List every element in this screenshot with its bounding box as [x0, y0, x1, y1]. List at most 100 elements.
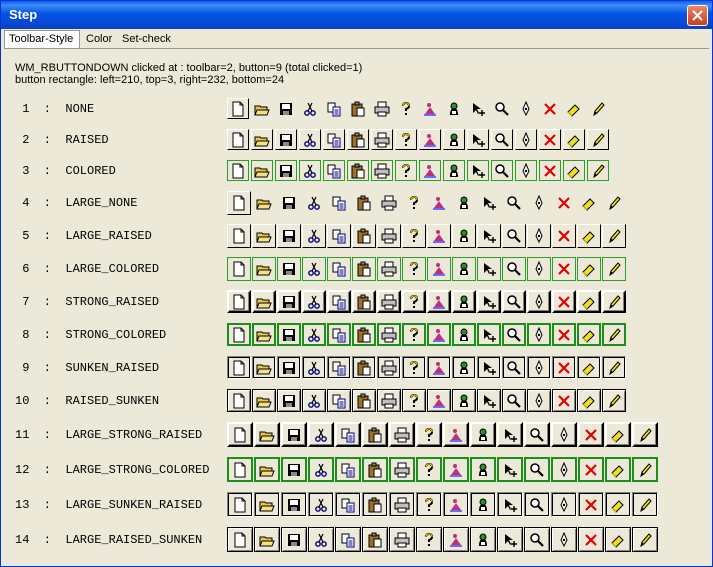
toolbar-button-open-folder[interactable] [254, 422, 280, 447]
toolbar-button-pink-figure[interactable] [427, 356, 451, 379]
toolbar-button-delete-x[interactable] [552, 224, 576, 248]
toolbar-button-save[interactable] [277, 389, 301, 412]
toolbar-button-portrait[interactable] [470, 457, 496, 482]
toolbar-button-pen[interactable] [551, 492, 577, 517]
toolbar-button-magnifier[interactable] [524, 457, 550, 482]
toolbar-button-print[interactable] [377, 290, 401, 313]
toolbar-button-paste[interactable] [352, 290, 376, 313]
toolbar-button-portrait[interactable] [452, 356, 476, 379]
toolbar-button-paste[interactable] [352, 224, 376, 248]
toolbar-button-paste[interactable] [362, 527, 388, 552]
toolbar-button-pen[interactable] [551, 422, 577, 447]
toolbar-button-pointer-plus[interactable] [477, 389, 501, 412]
toolbar-button-portrait[interactable] [452, 257, 476, 281]
toolbar-button-print[interactable] [389, 527, 415, 552]
toolbar-button-open-folder[interactable] [252, 389, 276, 412]
toolbar-button-pencil[interactable] [632, 457, 658, 482]
toolbar-button-portrait[interactable] [470, 422, 496, 447]
toolbar-button-magnifier[interactable] [524, 422, 550, 447]
toolbar-button-pen[interactable] [527, 191, 551, 215]
toolbar-button-pink-figure[interactable] [419, 160, 441, 181]
toolbar-button-pointer-plus[interactable] [467, 160, 489, 181]
toolbar-button-copy[interactable] [335, 492, 361, 517]
toolbar-button-print[interactable] [377, 224, 401, 248]
toolbar-button-delete-x[interactable] [578, 527, 604, 552]
toolbar-button-new[interactable] [227, 323, 251, 346]
toolbar-button-save[interactable] [277, 356, 301, 379]
toolbar-button-save[interactable] [277, 290, 301, 313]
toolbar-button-help[interactable] [416, 457, 442, 482]
toolbar-button-paste[interactable] [352, 191, 376, 215]
toolbar-button-cut[interactable] [308, 527, 334, 552]
toolbar-button-pink-figure[interactable] [427, 191, 451, 215]
toolbar-button-pencil[interactable] [602, 389, 626, 412]
toolbar-button-pencil[interactable] [587, 160, 609, 181]
toolbar-button-pencil[interactable] [602, 290, 626, 313]
toolbar-button-open-folder[interactable] [251, 129, 273, 150]
toolbar-button-pencil[interactable] [602, 257, 626, 281]
toolbar-button-eraser[interactable] [563, 129, 585, 150]
toolbar-button-eraser[interactable] [577, 191, 601, 215]
toolbar-button-help[interactable] [395, 129, 417, 150]
toolbar-button-magnifier[interactable] [502, 257, 526, 281]
toolbar-button-pen[interactable] [515, 98, 537, 119]
toolbar-button-cut[interactable] [302, 323, 326, 346]
toolbar-button-pen[interactable] [527, 257, 551, 281]
toolbar-button-open-folder[interactable] [252, 323, 276, 346]
toolbar-button-save[interactable] [277, 323, 301, 346]
toolbar-button-paste[interactable] [352, 323, 376, 346]
toolbar-button-eraser[interactable] [577, 257, 601, 281]
toolbar-button-pink-figure[interactable] [427, 389, 451, 412]
toolbar-button-new[interactable] [227, 422, 253, 447]
toolbar-button-pen[interactable] [515, 129, 537, 150]
toolbar-button-save[interactable] [275, 129, 297, 150]
toolbar-button-cut[interactable] [302, 257, 326, 281]
toolbar-button-copy[interactable] [327, 356, 351, 379]
toolbar-button-pink-figure[interactable] [443, 422, 469, 447]
toolbar-button-pointer-plus[interactable] [467, 98, 489, 119]
toolbar-button-delete-x[interactable] [552, 290, 576, 313]
toolbar-button-pointer-plus[interactable] [497, 527, 523, 552]
toolbar-button-eraser[interactable] [605, 492, 631, 517]
toolbar-button-eraser[interactable] [577, 290, 601, 313]
toolbar-button-help[interactable] [402, 224, 426, 248]
toolbar-button-pencil[interactable] [632, 527, 658, 552]
toolbar-button-help[interactable] [402, 191, 426, 215]
toolbar-button-delete-x[interactable] [539, 98, 561, 119]
toolbar-button-portrait[interactable] [443, 129, 465, 150]
toolbar-button-new[interactable] [227, 356, 251, 379]
toolbar-button-help[interactable] [395, 98, 417, 119]
toolbar-button-copy[interactable] [335, 457, 361, 482]
toolbar-button-print[interactable] [389, 457, 415, 482]
toolbar-button-open-folder[interactable] [254, 492, 280, 517]
toolbar-button-new[interactable] [227, 160, 249, 181]
toolbar-button-pointer-plus[interactable] [497, 457, 523, 482]
toolbar-button-pink-figure[interactable] [427, 323, 451, 346]
toolbar-button-pointer-plus[interactable] [477, 257, 501, 281]
toolbar-button-pink-figure[interactable] [419, 129, 441, 150]
toolbar-button-open-folder[interactable] [252, 290, 276, 313]
toolbar-button-help[interactable] [416, 422, 442, 447]
toolbar-button-paste[interactable] [347, 129, 369, 150]
toolbar-button-delete-x[interactable] [578, 422, 604, 447]
toolbar-button-print[interactable] [389, 422, 415, 447]
toolbar-button-paste[interactable] [362, 457, 388, 482]
toolbar-button-help[interactable] [402, 389, 426, 412]
toolbar-button-cut[interactable] [302, 356, 326, 379]
toolbar-button-pink-figure[interactable] [427, 290, 451, 313]
tab-set-check[interactable]: Set-check [118, 31, 178, 48]
toolbar-button-print[interactable] [377, 356, 401, 379]
toolbar-button-pencil[interactable] [602, 224, 626, 248]
toolbar-button-delete-x[interactable] [552, 191, 576, 215]
toolbar-button-cut[interactable] [308, 457, 334, 482]
toolbar-button-portrait[interactable] [470, 527, 496, 552]
toolbar-button-eraser[interactable] [605, 527, 631, 552]
toolbar-button-pointer-plus[interactable] [497, 492, 523, 517]
toolbar-button-eraser[interactable] [577, 224, 601, 248]
toolbar-button-pen[interactable] [527, 389, 551, 412]
toolbar-button-pink-figure[interactable] [419, 98, 441, 119]
toolbar-button-cut[interactable] [302, 290, 326, 313]
toolbar-button-cut[interactable] [299, 160, 321, 181]
toolbar-button-copy[interactable] [335, 527, 361, 552]
toolbar-button-eraser[interactable] [577, 323, 601, 346]
